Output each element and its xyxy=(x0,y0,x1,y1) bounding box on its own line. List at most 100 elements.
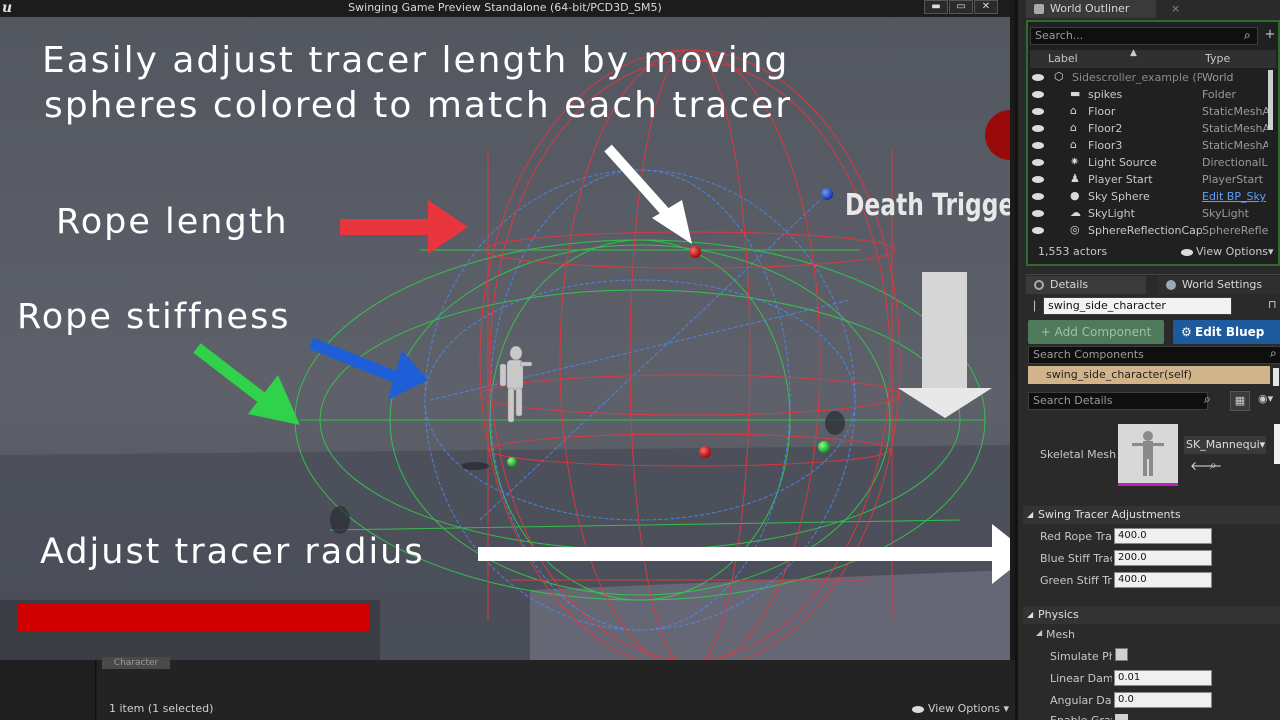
eye-icon[interactable] xyxy=(1032,91,1044,98)
eye-icon[interactable] xyxy=(1032,108,1044,115)
outliner-row-label: Sky Sphere xyxy=(1088,190,1150,203)
details-icon xyxy=(1034,280,1044,290)
outliner-row[interactable]: ♟ Player Start PlayerStart xyxy=(1030,171,1276,188)
mesh-subsection[interactable]: ◢ Mesh xyxy=(1036,628,1075,641)
close-button[interactable]: ✕ xyxy=(974,0,998,14)
bottom-view-options-button[interactable]: View Options ▾ xyxy=(912,702,1009,715)
bottom-left-panel xyxy=(0,660,96,720)
outliner-row-label: spikes xyxy=(1088,88,1123,101)
outliner-view-options-button[interactable]: View Options▾ xyxy=(1181,245,1274,258)
sort-icon: ▲ xyxy=(1130,48,1137,58)
outliner-row-type: DirectionalL xyxy=(1202,156,1268,169)
close-tab-icon[interactable]: × xyxy=(1171,0,1180,18)
physics-section-header[interactable]: ◢ Physics xyxy=(1023,606,1280,624)
outliner-row[interactable]: ⬡ Sidescroller_example (P World xyxy=(1030,69,1276,86)
eye-icon[interactable] xyxy=(1032,125,1044,132)
lock-icon[interactable]: ⊓ xyxy=(1268,298,1277,311)
minimize-button[interactable]: ▬ xyxy=(924,0,948,14)
outliner-row[interactable]: ⌂ Floor StaticMeshA xyxy=(1030,103,1276,120)
outliner-row-type: World xyxy=(1202,71,1234,84)
chevron-down-icon: ▾ xyxy=(1268,245,1274,258)
outliner-row-label: SphereReflectionCap xyxy=(1088,224,1202,237)
search-icon: ⌕ xyxy=(1270,346,1277,360)
browse-search-icon[interactable]: ⌕ xyxy=(1210,458,1217,473)
tab-details[interactable]: Details xyxy=(1026,276,1146,294)
swing-tracer-section-header[interactable]: ◢ Swing Tracer Adjustments xyxy=(1023,506,1280,524)
search-details-input[interactable]: Search Details xyxy=(1028,392,1208,410)
skeletal-mesh-dropdown[interactable]: SK_Mannequi▾ xyxy=(1184,436,1266,454)
enable-gravity-checkbox[interactable] xyxy=(1115,714,1128,720)
outliner-row[interactable]: ● Sky Sphere Edit BP_Sky xyxy=(1030,188,1276,205)
eye-icon xyxy=(912,705,924,713)
angular-damping-input[interactable]: 0.0 xyxy=(1114,692,1212,708)
outliner-row[interactable]: ⌂ Floor2 StaticMeshA xyxy=(1030,120,1276,137)
outliner-row-type: PlayerStart xyxy=(1202,173,1264,186)
skeletal-mesh-label: Skeletal Mesh xyxy=(1040,448,1117,461)
tab-world-settings-label: World Settings xyxy=(1182,278,1263,291)
content-item-tab[interactable]: Character xyxy=(102,657,170,669)
simulate-physics-label: Simulate Ph xyxy=(1050,650,1112,663)
use-selected-arrow-icon[interactable]: 🡐 xyxy=(1190,458,1222,473)
outliner-row-type: StaticMeshA xyxy=(1202,139,1268,152)
window-titlebar[interactable]: Swinging Game Preview Standalone (64-bit… xyxy=(0,0,1010,17)
outliner-row[interactable]: ◎ SphereReflectionCap SphereRefle xyxy=(1030,222,1276,239)
edit-blueprint-label: Edit Bluep xyxy=(1195,325,1265,339)
mesh-thumbnail[interactable] xyxy=(1118,424,1178,486)
outliner-row[interactable]: ⌂ Floor3 StaticMeshA xyxy=(1030,137,1276,154)
actor-name-field[interactable]: swing_side_character xyxy=(1043,297,1232,315)
tab-world-outliner[interactable]: World Outliner × xyxy=(1026,0,1180,18)
actor-count: 1,553 actors xyxy=(1038,245,1108,258)
game-viewport[interactable]: Swinging Game Preview Standalone (64-bit… xyxy=(0,0,1010,660)
green-length-sphere xyxy=(818,441,830,453)
eye-icon[interactable] xyxy=(1032,74,1044,81)
globe-icon xyxy=(1166,280,1176,290)
chevron-down-icon: ▾ xyxy=(1003,702,1010,715)
green-sphere-2 xyxy=(507,457,517,467)
blue-stiff-input[interactable]: 200.0 xyxy=(1114,550,1212,566)
outliner-row-type: SkyLight xyxy=(1202,207,1249,220)
grid-view-icon[interactable]: ▦ xyxy=(1230,391,1250,411)
outliner-row-label: Floor3 xyxy=(1088,139,1123,152)
sphere-icon: ● xyxy=(1070,189,1080,202)
red-rope-input[interactable]: 400.0 xyxy=(1114,528,1212,544)
edit-blueprint-button[interactable]: ⚙ Edit Bluep xyxy=(1173,320,1280,344)
eye-icon[interactable] xyxy=(1032,227,1044,234)
column-type[interactable]: Type xyxy=(1205,52,1230,65)
add-filter-icon[interactable]: + xyxy=(1263,27,1277,43)
simulate-physics-checkbox[interactable] xyxy=(1115,648,1128,661)
detail-scrollbar[interactable] xyxy=(1274,424,1280,464)
maximize-button[interactable]: ▭ xyxy=(949,0,973,14)
outliner-search-input[interactable]: Search... xyxy=(1030,27,1258,45)
self-component-row[interactable]: swing_side_character(self) xyxy=(1028,366,1270,384)
outliner-row-type: StaticMeshA xyxy=(1202,122,1268,135)
linear-damping-input[interactable]: 0.01 xyxy=(1114,670,1212,686)
outliner-row-type[interactable]: Edit BP_Sky xyxy=(1202,190,1268,203)
outliner-row[interactable]: ▬ spikes Folder xyxy=(1030,86,1276,103)
outliner-row[interactable]: ✷ Light Source DirectionalL xyxy=(1030,154,1276,171)
tab-world-settings[interactable]: World Settings xyxy=(1158,276,1280,294)
components-scrollbar[interactable] xyxy=(1273,368,1279,386)
eye-icon[interactable] xyxy=(1032,210,1044,217)
eye-icon[interactable] xyxy=(1032,142,1044,149)
skeletal-mesh-value: SK_Mannequi xyxy=(1186,438,1260,451)
physics-section-title: Physics xyxy=(1038,608,1079,621)
angular-damping-label: Angular Dam xyxy=(1050,694,1112,707)
death-trigger-text: Death Trigge xyxy=(845,188,1010,223)
static-mesh-icon: ⌂ xyxy=(1070,104,1077,117)
caption-line-1: Easily adjust tracer length by moving xyxy=(42,40,790,81)
green-stiff-input[interactable]: 400.0 xyxy=(1114,572,1212,588)
outliner-scrollbar[interactable] xyxy=(1268,70,1273,130)
eye-icon xyxy=(1181,248,1193,256)
rope-stiffness-label: Rope stiffness xyxy=(17,297,291,337)
folder-icon: ▬ xyxy=(1070,87,1081,100)
search-components-input[interactable]: Search Components xyxy=(1028,346,1280,364)
eye-icon[interactable]: ◉▾ xyxy=(1258,392,1273,405)
eye-icon[interactable] xyxy=(1032,176,1044,183)
search-icon: ⌕ xyxy=(1244,28,1251,42)
eye-icon[interactable] xyxy=(1032,193,1044,200)
eye-icon[interactable] xyxy=(1032,159,1044,166)
tab-world-outliner-label: World Outliner xyxy=(1050,2,1130,15)
add-component-button[interactable]: + Add Component xyxy=(1028,320,1164,344)
column-label[interactable]: Label xyxy=(1048,52,1078,65)
outliner-row[interactable]: ☁ SkyLight SkyLight xyxy=(1030,205,1276,222)
